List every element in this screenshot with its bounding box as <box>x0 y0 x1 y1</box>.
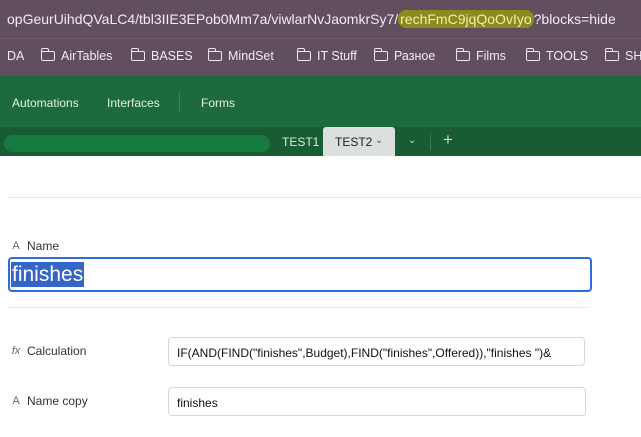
nav-forms[interactable]: Forms <box>201 96 235 110</box>
folder-icon <box>604 48 619 61</box>
browser-url-bar[interactable]: opGeurUihdQVaLC4/tbl3IIE3EPob0Mm7a/viwla… <box>0 0 641 38</box>
bookmark-label: IT Stuff <box>317 49 357 63</box>
tab-test1[interactable]: TEST1 <box>282 135 319 149</box>
tab-label: TEST2 <box>335 135 373 149</box>
bookmark-label: MindSet <box>228 49 274 63</box>
calculation-field[interactable]: IF(AND(FIND("finishes",Budget),FIND("fin… <box>168 337 585 366</box>
folder-icon <box>207 48 222 61</box>
text-type-icon: A <box>12 395 20 407</box>
folder-icon <box>296 48 311 61</box>
folder-icon <box>455 48 470 61</box>
folder-icon <box>40 48 55 61</box>
bookmark-label: DA <box>7 49 25 63</box>
field-divider <box>8 307 588 308</box>
redacted-tabs-overlay <box>4 135 270 152</box>
app-nav-bar: Automations Interfaces Forms <box>0 76 641 127</box>
folder-icon <box>373 48 388 61</box>
bookmark-label: SH <box>625 49 641 63</box>
tab-divider <box>430 133 431 150</box>
name-field[interactable]: finishes <box>8 257 592 292</box>
folder-icon <box>525 48 540 61</box>
name-copy-field[interactable]: finishes <box>168 387 586 416</box>
bookmark-sh[interactable]: SH <box>604 48 641 63</box>
bookmark-label: TOOLS <box>546 49 589 63</box>
chevron-down-icon[interactable]: ⌄ <box>375 135 383 146</box>
section-divider <box>8 197 641 198</box>
formula-icon: fx <box>11 345 21 357</box>
bookmark-raznoe[interactable]: Разное <box>373 48 436 63</box>
bookmark-bases[interactable]: BASES <box>130 48 193 63</box>
bookmark-label: AirTables <box>61 49 113 63</box>
field-label-text: Calculation <box>27 344 87 358</box>
url-query: ?blocks=hide <box>533 11 616 27</box>
bookmark-label: BASES <box>151 49 193 63</box>
plus-icon[interactable]: + <box>443 130 453 150</box>
nav-interfaces[interactable]: Interfaces <box>107 96 160 110</box>
field-label-text: Name copy <box>27 394 88 408</box>
url-text[interactable]: opGeurUihdQVaLC4/tbl3IIE3EPob0Mm7a/viwla… <box>7 10 616 28</box>
url-record-id: rechFmC9jqQoOvIyo <box>398 10 534 28</box>
nav-divider <box>179 92 180 112</box>
name-copy-field-value: finishes <box>177 396 218 410</box>
field-label-name-copy: A Name copy <box>11 394 88 408</box>
field-label-calculation: fx Calculation <box>11 344 87 358</box>
bookmark-mindset[interactable]: MindSet <box>207 48 274 63</box>
text-type-icon: A <box>12 240 20 252</box>
bookmark-label: Films <box>476 49 506 63</box>
folder-icon <box>130 48 145 61</box>
field-label-name: A Name <box>11 239 59 253</box>
bookmark-label: Разное <box>394 49 436 63</box>
calculation-field-value: IF(AND(FIND("finishes",Budget),FIND("fin… <box>177 346 552 360</box>
bookmark-airtables[interactable]: AirTables <box>40 48 113 63</box>
url-path: opGeurUihdQVaLC4/tbl3IIE3EPob0Mm7a/viwla… <box>7 11 399 27</box>
bookmark-it-stuff[interactable]: IT Stuff <box>296 48 357 63</box>
nav-automations[interactable]: Automations <box>12 96 79 110</box>
chevron-down-icon[interactable]: ⌄ <box>408 135 416 146</box>
field-label-text: Name <box>27 239 60 253</box>
name-field-value: finishes <box>11 262 85 287</box>
tab-test2[interactable]: TEST2 ⌄ <box>323 127 395 156</box>
bookmark-tools[interactable]: TOOLS <box>525 48 589 63</box>
bookmark-films[interactable]: Films <box>455 48 506 63</box>
bookmarks-bar: DA AirTables BASES MindSet IT Stuff Разн… <box>0 38 641 77</box>
bookmark-da[interactable]: DA <box>7 49 24 63</box>
